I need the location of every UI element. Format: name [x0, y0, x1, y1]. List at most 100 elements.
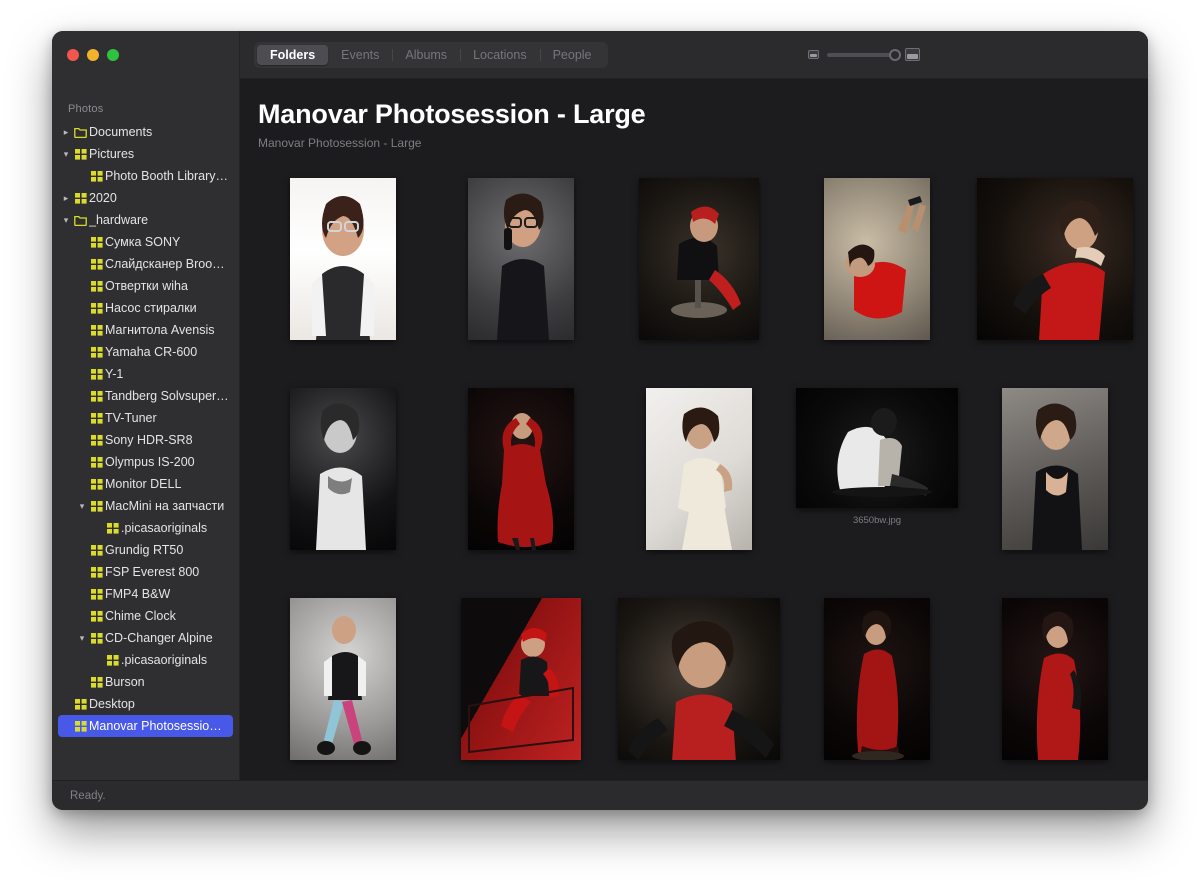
photo-cell[interactable] — [254, 174, 432, 384]
sidebar-item-20[interactable]: FSP Everest 800 — [58, 561, 233, 583]
photo-thumbnail[interactable] — [1002, 388, 1108, 550]
sidebar-item-26[interactable]: Desktop — [58, 693, 233, 715]
photo-cell[interactable]: 3650bw.jpg — [788, 384, 966, 594]
sidebar-item-label: MacMini на запчасти — [105, 499, 225, 513]
grid-folder-icon — [88, 610, 105, 622]
photo-cell[interactable] — [610, 174, 788, 384]
sidebar-item-11[interactable]: Y-1 — [58, 363, 233, 385]
grid-folder-icon — [88, 302, 105, 314]
sidebar-item-22[interactable]: Chime Clock — [58, 605, 233, 627]
photo-thumbnail[interactable] — [461, 598, 581, 760]
photo-cell[interactable] — [254, 594, 432, 780]
sidebar-item-12[interactable]: Tandberg Solvsuper… — [58, 385, 233, 407]
view-mode-tabs: Folders Events Albums Locations People — [254, 41, 608, 68]
photo-thumbnail[interactable] — [290, 388, 396, 550]
grid-folder-icon — [88, 478, 105, 490]
window-body: Photos ▸ Documents ▾ Pictures Photo Booth L… — [52, 31, 1148, 780]
photo-thumbnail[interactable] — [639, 178, 759, 340]
tab-events[interactable]: Events — [328, 45, 392, 65]
photo-thumbnail[interactable] — [646, 388, 752, 550]
sidebar-item-21[interactable]: FMP4 B&W — [58, 583, 233, 605]
photo-cell[interactable] — [432, 594, 610, 780]
sidebar-item-1[interactable]: ▾ Pictures — [58, 143, 233, 165]
chevron-down-icon[interactable]: ▾ — [76, 495, 88, 517]
photo-thumbnail[interactable] — [1002, 598, 1108, 760]
sidebar-item-2[interactable]: Photo Booth Library … — [58, 165, 233, 187]
sidebar-item-16[interactable]: Monitor DELL — [58, 473, 233, 495]
sidebar-item-10[interactable]: Yamaha CR-600 — [58, 341, 233, 363]
grid-folder-icon — [88, 258, 105, 270]
photo-thumbnail[interactable] — [977, 178, 1133, 340]
photo-cell[interactable] — [966, 174, 1144, 384]
slider-thumb[interactable] — [889, 48, 901, 61]
photo-thumbnail[interactable] — [290, 178, 396, 340]
grid-folder-icon — [88, 280, 105, 292]
photo-thumbnail[interactable] — [796, 388, 958, 508]
sidebar-item-24[interactable]: .picasaoriginals — [58, 649, 233, 671]
photo-cell[interactable] — [788, 594, 966, 780]
grid-folder-icon — [72, 148, 89, 160]
sidebar-item-27[interactable]: Manovar Photosessio… — [58, 715, 233, 737]
sidebar-item-3[interactable]: ▸ 2020 — [58, 187, 233, 209]
sidebar-item-6[interactable]: Слайдсканер Broo… — [58, 253, 233, 275]
photo-thumbnail[interactable] — [824, 598, 930, 760]
photo-thumbnail[interactable] — [618, 598, 780, 760]
photo-cell[interactable] — [788, 174, 966, 384]
grid-folder-icon — [88, 456, 105, 468]
sidebar-item-4[interactable]: ▾ _hardware — [58, 209, 233, 231]
sidebar-item-label: Отвертки wiha — [105, 279, 188, 293]
chevron-down-icon[interactable]: ▾ — [76, 627, 88, 649]
photo-cell[interactable] — [610, 594, 788, 780]
photo-cell[interactable] — [966, 594, 1144, 780]
sidebar-item-13[interactable]: TV-Tuner — [58, 407, 233, 429]
sidebar-item-25[interactable]: Burson — [58, 671, 233, 693]
tab-folders[interactable]: Folders — [257, 44, 329, 65]
tab-locations[interactable]: Locations — [460, 45, 540, 65]
chevron-right-icon[interactable]: ▸ — [60, 187, 72, 209]
sidebar-item-9[interactable]: Магнитола Avensis — [58, 319, 233, 341]
grid-folder-icon — [88, 434, 105, 446]
sidebar-item-7[interactable]: Отвертки wiha — [58, 275, 233, 297]
photo-cell[interactable] — [432, 174, 610, 384]
minimize-button[interactable] — [87, 49, 99, 61]
photo-thumbnail[interactable] — [468, 388, 574, 550]
grid-folder-icon — [88, 566, 105, 578]
photo-cell[interactable] — [966, 384, 1144, 594]
tab-albums[interactable]: Albums — [392, 45, 460, 65]
thumbnail-size-control[interactable] — [808, 48, 920, 61]
sidebar-item-23[interactable]: ▾ CD-Changer Alpine — [58, 627, 233, 649]
photo-thumbnail[interactable] — [468, 178, 574, 340]
sidebar-item-label: FSP Everest 800 — [105, 565, 200, 579]
sidebar-item-0[interactable]: ▸ Documents — [58, 121, 233, 143]
close-button[interactable] — [67, 49, 79, 61]
thumbnail-size-slider[interactable] — [827, 48, 901, 61]
sidebar-item-5[interactable]: Сумка SONY — [58, 231, 233, 253]
chevron-right-icon[interactable]: ▸ — [60, 121, 72, 143]
photo-grid: 3650bw.jpg — [240, 162, 1148, 780]
sidebar-item-17[interactable]: ▾ MacMini на запчасти — [58, 495, 233, 517]
photo-cell[interactable] — [432, 384, 610, 594]
sidebar-item-19[interactable]: Grundig RT50 — [58, 539, 233, 561]
sidebar-item-14[interactable]: Sony HDR-SR8 — [58, 429, 233, 451]
zoom-button[interactable] — [107, 49, 119, 61]
photo-thumbnail[interactable] — [290, 598, 396, 760]
photo-cell[interactable] — [610, 384, 788, 594]
chevron-down-icon[interactable]: ▾ — [60, 209, 72, 231]
photo-cell[interactable] — [254, 384, 432, 594]
chevron-down-icon[interactable]: ▾ — [60, 143, 72, 165]
tab-people[interactable]: People — [539, 45, 605, 65]
sidebar-item-label: Burson — [105, 675, 145, 689]
sidebar-item-15[interactable]: Olympus IS-200 — [58, 451, 233, 473]
photo-thumbnail[interactable] — [824, 178, 930, 340]
sidebar-item-label: .picasaoriginals — [121, 653, 208, 667]
grid-folder-icon — [88, 236, 105, 248]
sidebar-item-18[interactable]: .picasaoriginals — [58, 517, 233, 539]
sidebar-item-8[interactable]: Насос стиралки — [58, 297, 233, 319]
